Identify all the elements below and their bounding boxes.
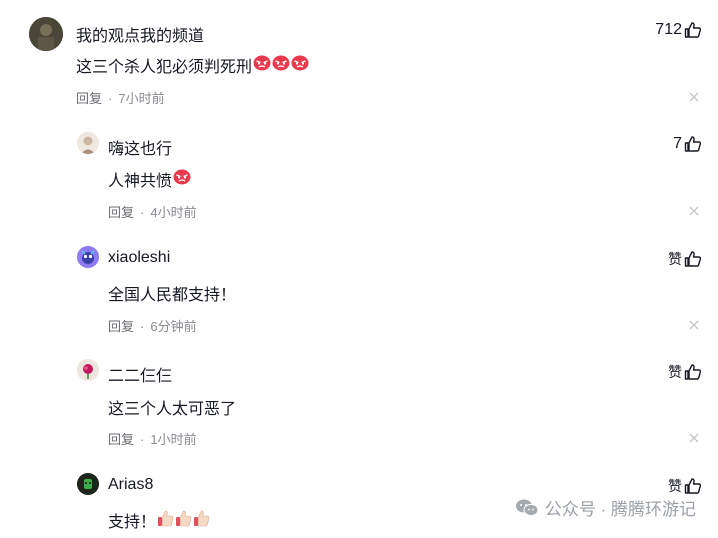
thumbs-up-emoji-group [156,509,210,532]
reply-button[interactable]: 回复 [108,432,134,447]
thumbs-up-emoji-icon [158,510,174,526]
like-button[interactable]: 赞 [668,362,702,382]
thumbs-up-icon [684,136,702,152]
comment-text-content: 人神共愤 [108,173,173,190]
close-icon[interactable] [688,91,700,103]
comment-username[interactable]: 我的观点我的频道 [76,22,204,46]
comment-time: 4小时前 [150,205,197,220]
comment-text: 人神共愤 [108,167,191,191]
comment-meta: 回复 · 1小时前 [108,432,197,447]
like-button[interactable]: 7 [673,135,702,153]
comment-text: 全国人民都支持！ [108,281,236,305]
comment-meta: 回复 · 7小时前 [76,91,165,106]
avatar[interactable] [29,17,63,51]
like-button[interactable]: 712 [655,21,702,39]
like-button[interactable]: 赞 [668,249,702,269]
like-label: 赞 [668,251,682,267]
reply-button[interactable]: 回复 [108,205,134,220]
comment-item: 我的观点我的频道 这三个杀人犯必须判死刑 回复 · 7小时前 712 [0,0,718,112]
thumbs-up-emoji-icon [176,510,192,526]
angry-face-emoji-group [252,55,309,76]
watermark: 公众号 · 腾腾环游记 [515,495,696,520]
comment-text: 这三个人太可恶了 [108,395,236,419]
comment-username[interactable]: xiaoleshi [108,249,170,267]
comment-meta: 回复 · 6分钟前 [108,319,197,334]
like-count: 7 [673,135,682,152]
avatar[interactable] [77,132,99,154]
thumbs-up-emoji-icon [194,510,210,526]
comment-item: 二二仨仨 这三个人太可恶了 回复 · 1小时前 赞 [0,340,718,454]
comment-text-content: 这三个人太可恶了 [108,401,237,418]
comment-text-content: 支持！ [108,514,157,531]
angry-face-icon [291,55,309,70]
angry-face-emoji-group [172,169,191,190]
reply-button[interactable]: 回复 [108,319,134,334]
comment-username[interactable]: 嗨这也行 [108,135,172,159]
like-label: 赞 [668,364,682,380]
close-icon[interactable] [688,432,700,444]
angry-face-icon [173,169,191,184]
thumbs-up-icon [684,478,702,494]
avatar[interactable] [77,473,99,495]
thumbs-up-icon [684,364,702,380]
comment-username[interactable]: 二二仨仨 [108,362,172,386]
thumbs-up-icon [684,251,702,267]
comment-username[interactable]: Arias8 [108,476,153,494]
thumbs-up-icon [684,22,702,38]
comment-text: 支持！ [108,508,210,532]
comment-time: 1小时前 [150,432,197,447]
like-count: 712 [655,21,682,38]
close-icon[interactable] [688,319,700,331]
angry-face-icon [253,55,271,70]
avatar[interactable] [77,359,99,381]
comment-item: 嗨这也行 人神共愤 回复 · 4小时前 7 [0,112,718,226]
angry-face-icon [272,55,290,70]
avatar[interactable] [77,246,99,268]
comment-text-content: 全国人民都支持！ [108,287,237,304]
wechat-icon [515,499,539,516]
watermark-text: 公众号 · 腾腾环游记 [544,500,696,519]
comment-item: xiaoleshi 全国人民都支持！ 回复 · 6分钟前 赞 [0,226,718,340]
comment-text: 这三个杀人犯必须判死刑 [76,53,309,77]
comment-time: 6分钟前 [150,319,197,334]
comment-time: 7小时前 [118,91,165,106]
close-icon[interactable] [688,205,700,217]
comment-meta: 回复 · 4小时前 [108,205,197,220]
comment-text-content: 这三个杀人犯必须判死刑 [76,59,253,76]
like-button[interactable]: 赞 [668,476,702,496]
reply-button[interactable]: 回复 [76,91,102,106]
like-label: 赞 [668,478,682,494]
